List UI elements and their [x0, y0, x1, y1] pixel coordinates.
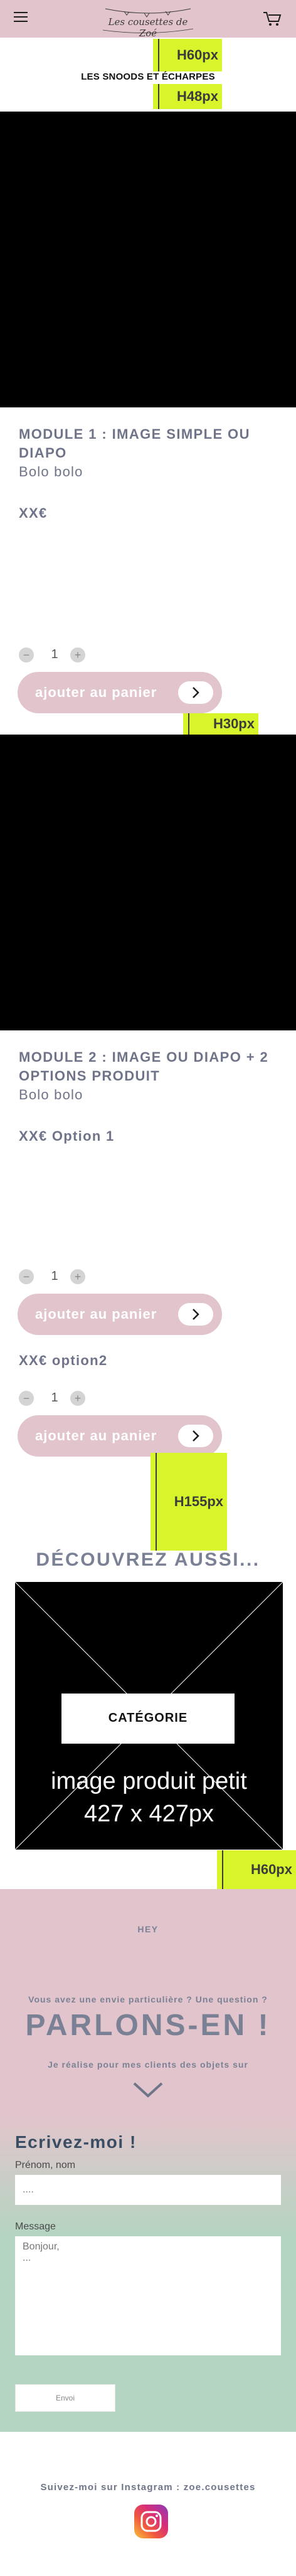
- product-caption-line-1: image produit petit: [51, 1768, 247, 1794]
- spacing-marker-label: H48px: [176, 88, 218, 104]
- form-title: Ecrivez-moi !: [15, 2132, 137, 2152]
- module-1-subtitle: Bolo bolo: [19, 464, 83, 479]
- contact-question: Vous avez une envie particulière ? Une q…: [28, 1994, 268, 2004]
- instagram-icon[interactable]: [134, 2505, 168, 2538]
- logo-text: Les cousettes de Zoé: [108, 16, 188, 39]
- quantity-plus-button[interactable]: +: [70, 1391, 85, 1406]
- submit-button[interactable]: Envoi: [15, 2384, 115, 2412]
- quantity-minus-button[interactable]: −: [19, 1391, 34, 1406]
- product-card[interactable]: CATÉGORIE image produit petit 427 x 427p…: [15, 1582, 283, 1850]
- spacing-marker-top: H60px: [153, 39, 222, 71]
- chevron-down-icon[interactable]: [132, 2081, 164, 2098]
- category-button[interactable]: CATÉGORIE: [61, 1694, 235, 1744]
- product-image-caption: image produit petit 427 x 427px: [15, 1765, 283, 1830]
- spacing-marker-label: H60px: [250, 1861, 292, 1877]
- quantity-value: 1: [51, 1391, 58, 1405]
- spacing-marker-label: H60px: [176, 47, 218, 63]
- quantity-stepper: − 1 +: [19, 1267, 88, 1286]
- add-to-cart-label: ajouter au panier: [35, 684, 157, 700]
- chevron-right-icon: [178, 1425, 213, 1447]
- shopping-cart-icon[interactable]: [262, 10, 282, 28]
- add-to-cart-label: ajouter au panier: [35, 1428, 157, 1443]
- chevron-right-icon: [178, 681, 213, 704]
- product-caption-line-2: 427 x 427px: [83, 1801, 214, 1827]
- spacing-marker-modules: H30px: [183, 713, 258, 735]
- quantity-stepper: − 1 +: [19, 646, 88, 664]
- module-1-image[interactable]: [0, 112, 296, 407]
- quantity-stepper: − 1 +: [19, 1389, 88, 1408]
- spacing-marker-label: H155px: [174, 1494, 223, 1509]
- module-1-title: MODULE 1 : IMAGE SIMPLE OU DIAPO: [19, 426, 250, 461]
- name-input[interactable]: [15, 2175, 281, 2205]
- message-label: Message: [15, 2221, 56, 2232]
- message-textarea[interactable]: Bonjour, ...: [15, 2236, 281, 2355]
- add-to-cart-button[interactable]: ajouter au panier: [18, 1294, 222, 1335]
- name-label: Prénom, nom: [15, 2160, 76, 2170]
- quantity-value: 1: [51, 647, 58, 661]
- category-title: LES SNOODS ET ÉCHARPES: [81, 71, 215, 82]
- contact-headline: PARLONS-EN !: [25, 2009, 271, 2042]
- add-to-cart-label: ajouter au panier: [35, 1306, 157, 1322]
- quantity-value: 1: [51, 1269, 58, 1283]
- spacing-marker-category: H48px: [153, 84, 222, 109]
- contact-hey: HEY: [137, 1924, 159, 1934]
- add-to-cart-button[interactable]: ajouter au panier: [18, 672, 222, 713]
- spacing-marker-label: H30px: [213, 716, 255, 731]
- quantity-minus-button[interactable]: −: [19, 1269, 34, 1284]
- spacing-marker-discover: H155px: [151, 1453, 227, 1551]
- site-logo[interactable]: Les cousettes de Zoé: [99, 4, 197, 39]
- discover-title: DÉCOUVREZ AUSSI...: [36, 1549, 260, 1570]
- module-2-subtitle: Bolo bolo: [19, 1087, 83, 1102]
- module-2-option-2-price: XX€ option2: [19, 1353, 108, 1368]
- contact-description: Je réalise pour mes clients des objets s…: [48, 2060, 248, 2070]
- site-header: Les cousettes de Zoé: [0, 0, 296, 39]
- contact-section: HEY Vous avez une envie particulière ? U…: [0, 1889, 296, 2432]
- module-2-option-1-price: XX€ Option 1: [19, 1128, 115, 1144]
- quantity-plus-button[interactable]: +: [70, 647, 85, 662]
- module-2-image[interactable]: [0, 735, 296, 1030]
- add-to-cart-button[interactable]: ajouter au panier: [18, 1415, 222, 1457]
- quantity-minus-button[interactable]: −: [19, 647, 34, 662]
- instagram-text[interactable]: Suivez-moi sur Instagram : zoe.cousettes: [0, 2482, 296, 2493]
- module-1-price: XX€: [19, 505, 48, 521]
- hamburger-menu-icon[interactable]: [14, 12, 28, 22]
- module-2-title: MODULE 2 : IMAGE OU DIAPO + 2 OPTIONS PR…: [19, 1049, 269, 1084]
- quantity-plus-button[interactable]: +: [70, 1269, 85, 1284]
- category-button-label: CATÉGORIE: [108, 1711, 188, 1725]
- spacing-marker-contact: H60px: [217, 1850, 296, 1889]
- chevron-right-icon: [178, 1303, 213, 1326]
